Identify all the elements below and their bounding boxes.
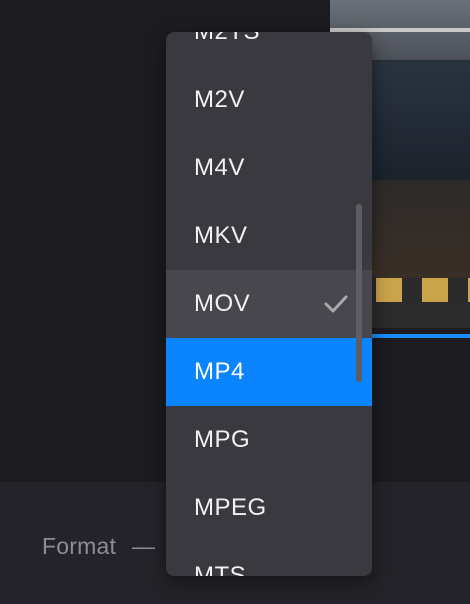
format-option-label: MP4 [194, 358, 245, 385]
format-option-m2v[interactable]: M2V [166, 66, 372, 134]
format-option-label: MKV [194, 222, 248, 249]
dropdown-scrollbar[interactable] [356, 204, 362, 382]
checkmark-icon [324, 295, 348, 313]
format-options-list: M2TS M2V M4V MKV MOV MP4 MPG [166, 32, 372, 576]
format-option-label: M2TS [194, 32, 260, 45]
format-option-m4v[interactable]: M4V [166, 134, 372, 202]
format-option-label: M4V [194, 154, 245, 181]
format-option-label: MPEG [194, 494, 267, 521]
format-option-mkv[interactable]: MKV [166, 202, 372, 270]
format-option-mpg[interactable]: MPG [166, 406, 372, 474]
format-option-mov[interactable]: MOV [166, 270, 372, 338]
format-option-mts[interactable]: MTS [166, 542, 372, 576]
format-dropdown-menu[interactable]: M2TS M2V M4V MKV MOV MP4 MPG [166, 32, 372, 576]
format-option-label: MPG [194, 426, 251, 453]
format-option-m2ts[interactable]: M2TS [166, 32, 372, 66]
format-option-mpeg[interactable]: MPEG [166, 474, 372, 542]
format-option-mp4[interactable]: MP4 [166, 338, 372, 406]
format-option-label: MOV [194, 290, 251, 317]
format-dash: — [132, 533, 155, 559]
format-option-label: MTS [194, 562, 247, 576]
format-label: Format [42, 533, 117, 559]
app-stage: Format — M2TS M2V M4V MKV MOV MP4 [0, 0, 470, 604]
format-option-label: M2V [194, 86, 245, 113]
